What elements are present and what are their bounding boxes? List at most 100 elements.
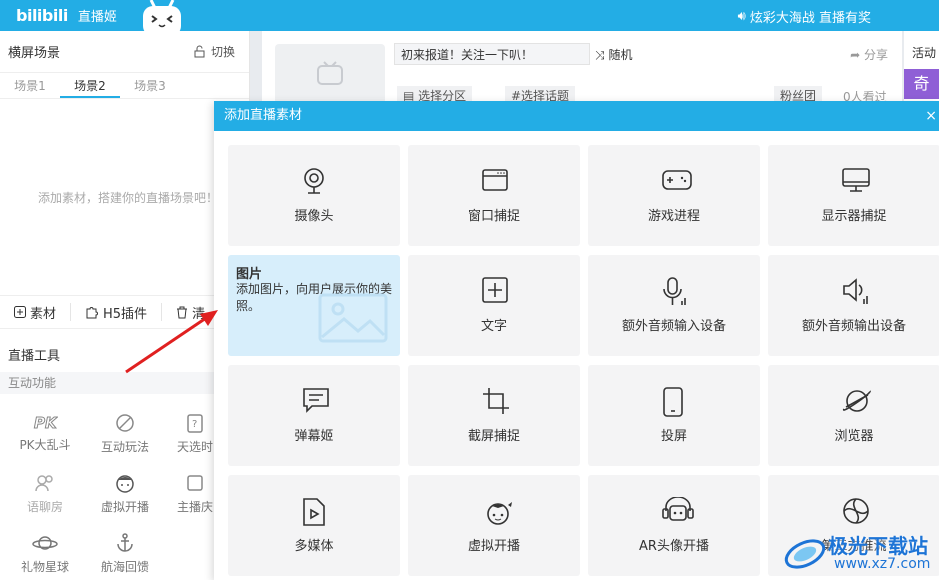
share-icon: ➦ (850, 48, 861, 62)
tool-label: 虚拟开播 (100, 500, 149, 514)
watermark-url: www.xz7.com (834, 556, 931, 572)
tab-scene3[interactable]: 场景3 (120, 73, 180, 98)
material-label: 多媒体 (294, 539, 334, 554)
room-cover[interactable] (275, 44, 385, 104)
tool-gift-planet[interactable]: 礼物星球 (10, 532, 80, 575)
tool-label: PK大乱斗 (19, 438, 71, 452)
lottery-icon: ? (187, 414, 203, 433)
scene-title: 横屏场景 (8, 46, 61, 61)
phone-icon (663, 387, 683, 417)
tool-label: 礼物星球 (20, 560, 69, 574)
material-monitor-capture[interactable]: 显示器捕捉 (768, 145, 939, 246)
random-button[interactable]: ⤨ 随机 (595, 46, 632, 63)
share-label: 分享 (863, 48, 888, 62)
planet-slash-icon (116, 414, 134, 432)
tool-label: 语聊房 (26, 500, 63, 514)
camera-icon (304, 168, 324, 194)
window-icon (482, 169, 508, 191)
ar-avatar-icon (662, 497, 694, 521)
users-icon (35, 475, 53, 492)
activity-title: 活动 (912, 46, 937, 60)
material-label: 游戏进程 (647, 209, 700, 224)
close-icon[interactable]: × (925, 101, 937, 131)
material-label: 浏览器 (834, 429, 874, 444)
material-text[interactable]: 文字 (408, 255, 580, 356)
site-watermark: 极光下载站 www.xz7.com (782, 520, 939, 580)
virtual-avatar-icon (116, 475, 134, 493)
material-label: 额外音频输出设备 (801, 319, 906, 334)
lock-icon (194, 45, 205, 58)
tool-pk[interactable]: PK PK大乱斗 (10, 412, 80, 453)
tab-scene2[interactable]: 场景2 (60, 73, 120, 98)
app-name: 直播姬 (77, 10, 117, 25)
tool-voice-room[interactable]: 语聊房 (10, 472, 80, 515)
tool-label: 主播庆 (176, 500, 213, 514)
material-camera[interactable]: 摄像头 (228, 145, 400, 246)
tool-label: 天选时 (176, 440, 213, 454)
random-label: 随机 (608, 48, 633, 62)
material-cast-screen[interactable]: 投屏 (588, 365, 760, 466)
material-label: 虚拟开播 (467, 539, 520, 554)
material-game-process[interactable]: 游戏进程 (588, 145, 760, 246)
material-label: 摄像头 (294, 209, 334, 224)
tool-anchor-celebration[interactable]: 主播庆 (170, 472, 220, 515)
planet-icon (32, 536, 58, 550)
empty-scene-hint: 添加素材，搭建你的直播场景吧！ (38, 191, 219, 205)
tab-scene1[interactable]: 场景1 (0, 73, 60, 98)
anchor-icon (117, 533, 133, 552)
material-audio-input[interactable]: 额外音频输入设备 (588, 255, 760, 356)
material-label: 窗口捕捉 (467, 209, 520, 224)
annotation-arrow (125, 310, 218, 374)
material-label: 显示器捕捉 (821, 209, 887, 224)
tool-voyage-reward[interactable]: 航海回馈 (90, 532, 160, 575)
danmaku-icon (303, 388, 329, 413)
plus-circle-icon (14, 306, 26, 318)
virtual-avatar-icon (487, 502, 512, 525)
material-window-capture[interactable]: 窗口捕捉 (408, 145, 580, 246)
svg-text:PK: PK (34, 414, 58, 432)
promo-banner[interactable]: 🔊︎ 炫彩大海战 直播有奖 (738, 7, 871, 26)
material-audio-output[interactable]: 额外音频输出设备 (768, 255, 939, 356)
add-material-button[interactable]: 素材 (0, 303, 72, 322)
switch-label: 切换 (210, 45, 235, 59)
switch-button[interactable]: 切换 (194, 43, 235, 60)
text-icon (482, 277, 508, 303)
puzzle-icon (86, 307, 98, 319)
material-screenshot[interactable]: 截屏捕捉 (408, 365, 580, 466)
material-label: 弹幕姬 (294, 429, 334, 444)
browser-icon (843, 390, 871, 412)
media-file-icon (303, 498, 325, 526)
room-info-panel: 初来报道！关注一下叭！ ⤨ 随机 ➦ 分享 ▤ 选择分区 #选择话题 粉丝团 0… (262, 31, 902, 106)
dialog-header: 添加直播素材 × (214, 101, 939, 131)
bilibili-logo: bilibili (16, 6, 68, 25)
watermark-text: 极光下载站 (828, 534, 928, 558)
material-browser[interactable]: 浏览器 (768, 365, 939, 466)
share-button[interactable]: ➦ 分享 (850, 46, 888, 63)
tool-virtual-live[interactable]: 虚拟开播 (90, 472, 160, 515)
image-icon (318, 293, 388, 343)
material-label: 素材 (30, 306, 57, 322)
tool-interactive-play[interactable]: 互动玩法 (90, 412, 160, 455)
microphone-icon (663, 277, 686, 305)
tool-lottery[interactable]: ? 天选时 (170, 412, 220, 455)
tool-label: 互动玩法 (100, 440, 149, 454)
material-label: 截屏捕捉 (467, 429, 520, 444)
material-multimedia[interactable]: 多媒体 (228, 475, 400, 576)
scene-header: 横屏场景 切换 (0, 31, 249, 73)
material-image[interactable]: 图片 添加图片，向用户展示你的美照。 (228, 255, 400, 356)
material-danmaku[interactable]: 弹幕姬 (228, 365, 400, 466)
speaker-icon: 🔊︎ (737, 9, 746, 24)
material-label: 文字 (480, 319, 507, 334)
top-bar: bilibili 直播姬 🔊︎ 炫彩大海战 直播有奖 (0, 0, 939, 31)
promo-text: 炫彩大海战 直播有奖 (749, 11, 871, 26)
material-ar-avatar[interactable]: AR头像开播 (588, 475, 760, 576)
activity-badge[interactable]: 奇 (904, 69, 939, 99)
speaker-icon (843, 278, 868, 304)
material-label: 投屏 (660, 429, 687, 444)
scene-tabs: 场景1 场景2 场景3 (0, 73, 249, 99)
material-virtual-live[interactable]: 虚拟开播 (408, 475, 580, 576)
tool-label: 航海回馈 (100, 560, 149, 574)
tv-icon (317, 61, 343, 85)
add-material-dialog: 添加直播素材 × 摄像头 窗口捕捉 游戏进程 显示器捕捉 图片 添加图片，向用户… (214, 101, 939, 580)
notice-input[interactable]: 初来报道！关注一下叭！ (394, 43, 590, 65)
